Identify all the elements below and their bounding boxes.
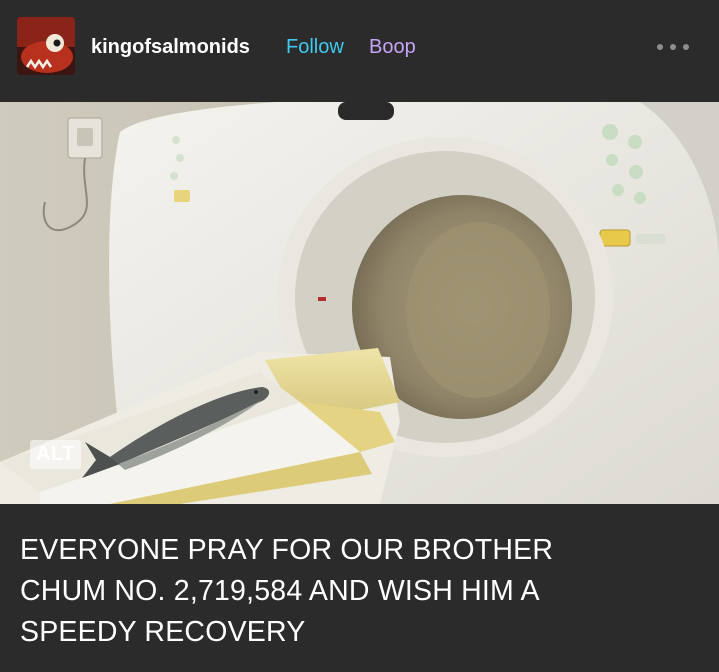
username-link[interactable]: kingofsalmonids <box>91 36 250 59</box>
more-options-icon[interactable] <box>654 36 694 58</box>
alt-text-badge[interactable]: ALT <box>30 440 81 469</box>
caption-line: SPEEDY RECOVERY <box>20 616 306 648</box>
follow-button[interactable]: Follow <box>286 36 344 59</box>
caption-line: EVERYONE PRAY FOR OUR BROTHER <box>20 534 554 566</box>
caption-line: CHUM NO. 2,719,584 AND WISH HIM A <box>20 575 540 607</box>
post-caption: EVERYONE PRAY FOR OUR BROTHER CHUM NO. 2… <box>20 530 700 653</box>
post-image[interactable]: ALT <box>0 102 719 504</box>
boop-button[interactable]: Boop <box>369 36 416 59</box>
ct-scanner-fish-photo <box>0 102 719 504</box>
avatar[interactable] <box>17 17 75 75</box>
post-header: kingofsalmonids Follow Boop <box>0 0 719 102</box>
post: kingofsalmonids Follow Boop ALT EVERYONE… <box>0 0 719 672</box>
